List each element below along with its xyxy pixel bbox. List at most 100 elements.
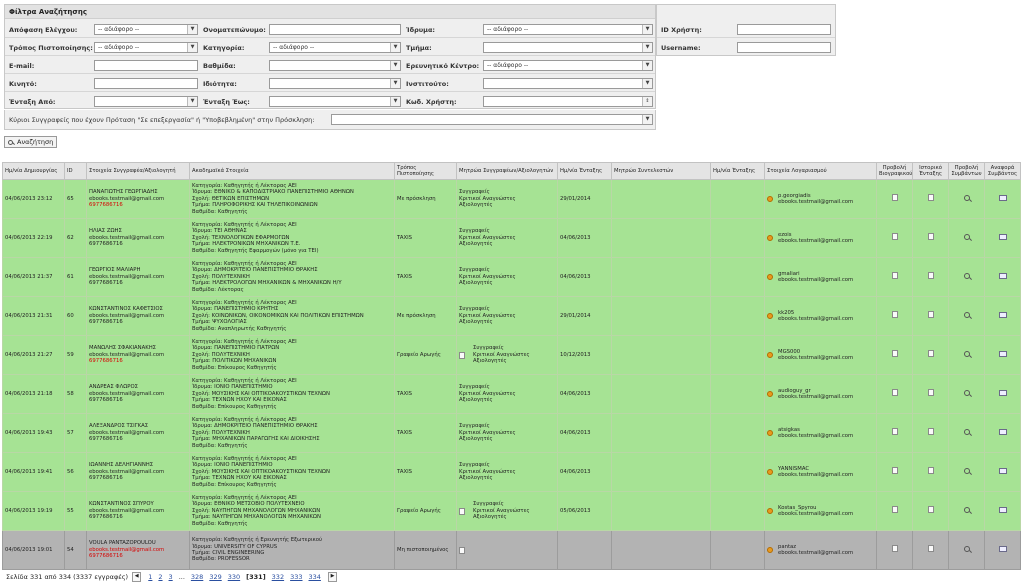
column-header[interactable]: Στοιχεία Λογαριασμού xyxy=(764,162,877,180)
user-code-stepper[interactable]: ⇕ xyxy=(483,96,653,107)
document-icon[interactable] xyxy=(459,351,465,359)
bio-document-icon[interactable] xyxy=(891,233,898,241)
history-document-icon[interactable] xyxy=(927,350,934,358)
main-authors-select[interactable]: ▼ xyxy=(331,114,653,125)
email-input[interactable] xyxy=(94,60,198,71)
history-document-icon[interactable] xyxy=(927,428,934,436)
user-icon[interactable] xyxy=(767,508,773,514)
institute-select[interactable]: ▼ xyxy=(483,78,653,89)
user-icon[interactable] xyxy=(767,547,773,553)
column-header[interactable]: Προβολή Βιογραφικού xyxy=(876,162,913,180)
report-event-icon[interactable] xyxy=(998,428,1007,435)
decision-select[interactable]: -- αδιάφορο -- ▼ xyxy=(94,24,198,35)
history-document-icon[interactable] xyxy=(927,272,934,280)
report-event-icon[interactable] xyxy=(998,506,1007,513)
pager-page-link[interactable]: 333 xyxy=(290,573,302,581)
pager-page-link[interactable]: 2 xyxy=(158,573,162,581)
institution-select[interactable]: -- αδιάφορο -- ▼ xyxy=(483,24,653,35)
user-icon[interactable] xyxy=(767,313,773,319)
report-event-icon[interactable] xyxy=(998,545,1007,552)
history-document-icon[interactable] xyxy=(927,506,934,514)
rank-select[interactable]: ▼ xyxy=(269,60,401,71)
contributors-cell xyxy=(611,335,711,375)
pager-page-link[interactable]: 334 xyxy=(309,573,321,581)
pager-page-link[interactable]: 3 xyxy=(169,573,173,581)
join-from-datepicker[interactable]: ▼ xyxy=(94,96,198,107)
bio-document-icon[interactable] xyxy=(891,194,898,202)
pager-page-link[interactable]: 332 xyxy=(272,573,284,581)
column-header[interactable]: Τρόπος Πιστοποίησης xyxy=(394,162,457,180)
document-icon[interactable] xyxy=(459,546,465,554)
prev-page-icon[interactable]: ◀ xyxy=(132,572,142,582)
join-to-datepicker[interactable]: ▼ xyxy=(269,96,401,107)
report-event-icon[interactable] xyxy=(998,467,1007,474)
view-events-search-icon[interactable] xyxy=(963,389,970,396)
research-center-label: Ερευνητικό Κέντρο: xyxy=(406,62,480,70)
report-event-icon[interactable] xyxy=(998,389,1007,396)
report-event-icon[interactable] xyxy=(998,311,1007,318)
bio-document-icon[interactable] xyxy=(891,467,898,475)
username-input[interactable] xyxy=(737,42,831,53)
bio-document-icon[interactable] xyxy=(891,428,898,436)
history-document-icon[interactable] xyxy=(927,194,934,202)
column-header[interactable]: Προβολή Συμβάντων xyxy=(948,162,985,180)
report-event-icon[interactable] xyxy=(998,194,1007,201)
bio-document-icon[interactable] xyxy=(891,389,898,397)
column-header[interactable]: Ημ/νία Ένταξης xyxy=(710,162,765,180)
view-events-search-icon[interactable] xyxy=(963,467,970,474)
column-header[interactable]: ID xyxy=(64,162,87,180)
view-events-search-icon[interactable] xyxy=(963,428,970,435)
column-header[interactable]: Στοιχεία Συγγραφέα/Αξιολογητή xyxy=(86,162,190,180)
pager-page-link[interactable]: 1 xyxy=(148,573,152,581)
department-select[interactable]: ▼ xyxy=(483,42,653,53)
column-header[interactable]: Ιστορικό Ένταξης xyxy=(912,162,949,180)
pager-page-link[interactable]: 330 xyxy=(228,573,240,581)
academic-line: Βαθμίδα: Καθηγητής xyxy=(192,520,248,527)
column-header[interactable]: Ακαδημαϊκά Στοιχεία xyxy=(189,162,395,180)
bio-document-icon[interactable] xyxy=(891,506,898,514)
cert-method-select[interactable]: -- αδιάφορο -- ▼ xyxy=(94,42,198,53)
bio-document-icon[interactable] xyxy=(891,350,898,358)
column-header[interactable]: Ημ/νία Δημιουργίας xyxy=(2,162,65,180)
user-icon[interactable] xyxy=(767,235,773,241)
user-id-input[interactable] xyxy=(737,24,831,35)
research-center-select[interactable]: -- αδιάφορο -- ▼ xyxy=(483,60,653,71)
view-events-search-icon[interactable] xyxy=(963,272,970,279)
column-header[interactable]: Μητρώο Συντελεστών xyxy=(611,162,711,180)
fullname-input[interactable] xyxy=(269,24,401,35)
mobile-input[interactable] xyxy=(94,78,198,89)
user-icon[interactable] xyxy=(767,430,773,436)
user-icon[interactable] xyxy=(767,469,773,475)
column-header[interactable]: Μητρώα Συγγραφέων/Αξιολογητών xyxy=(456,162,558,180)
user-icon[interactable] xyxy=(767,196,773,202)
view-events-search-icon[interactable] xyxy=(963,233,970,240)
history-document-icon[interactable] xyxy=(927,389,934,397)
report-event-icon[interactable] xyxy=(998,233,1007,240)
history-document-icon[interactable] xyxy=(927,467,934,475)
view-events-search-icon[interactable] xyxy=(963,311,970,318)
search-button[interactable]: Αναζήτηση xyxy=(4,136,57,148)
report-event-icon[interactable] xyxy=(998,350,1007,357)
user-icon[interactable] xyxy=(767,391,773,397)
pager-page-link[interactable]: 329 xyxy=(209,573,221,581)
column-header[interactable]: Ημ/νία Ένταξης xyxy=(557,162,612,180)
capacity-select[interactable]: ▼ xyxy=(269,78,401,89)
pager-page-link[interactable]: 328 xyxy=(191,573,203,581)
bio-document-icon[interactable] xyxy=(891,545,898,553)
next-page-icon[interactable]: ▶ xyxy=(328,572,338,582)
view-events-search-icon[interactable] xyxy=(963,350,970,357)
user-icon[interactable] xyxy=(767,352,773,358)
history-document-icon[interactable] xyxy=(927,311,934,319)
column-header[interactable]: Αναφορά Συμβάντος xyxy=(984,162,1021,180)
document-icon[interactable] xyxy=(459,507,465,515)
view-events-search-icon[interactable] xyxy=(963,194,970,201)
category-select[interactable]: -- αδιάφορο -- ▼ xyxy=(269,42,401,53)
view-events-search-icon[interactable] xyxy=(963,506,970,513)
bio-document-icon[interactable] xyxy=(891,272,898,280)
report-event-icon[interactable] xyxy=(998,272,1007,279)
history-document-icon[interactable] xyxy=(927,545,934,553)
bio-document-icon[interactable] xyxy=(891,311,898,319)
user-icon[interactable] xyxy=(767,274,773,280)
view-events-search-icon[interactable] xyxy=(963,545,970,552)
history-document-icon[interactable] xyxy=(927,233,934,241)
